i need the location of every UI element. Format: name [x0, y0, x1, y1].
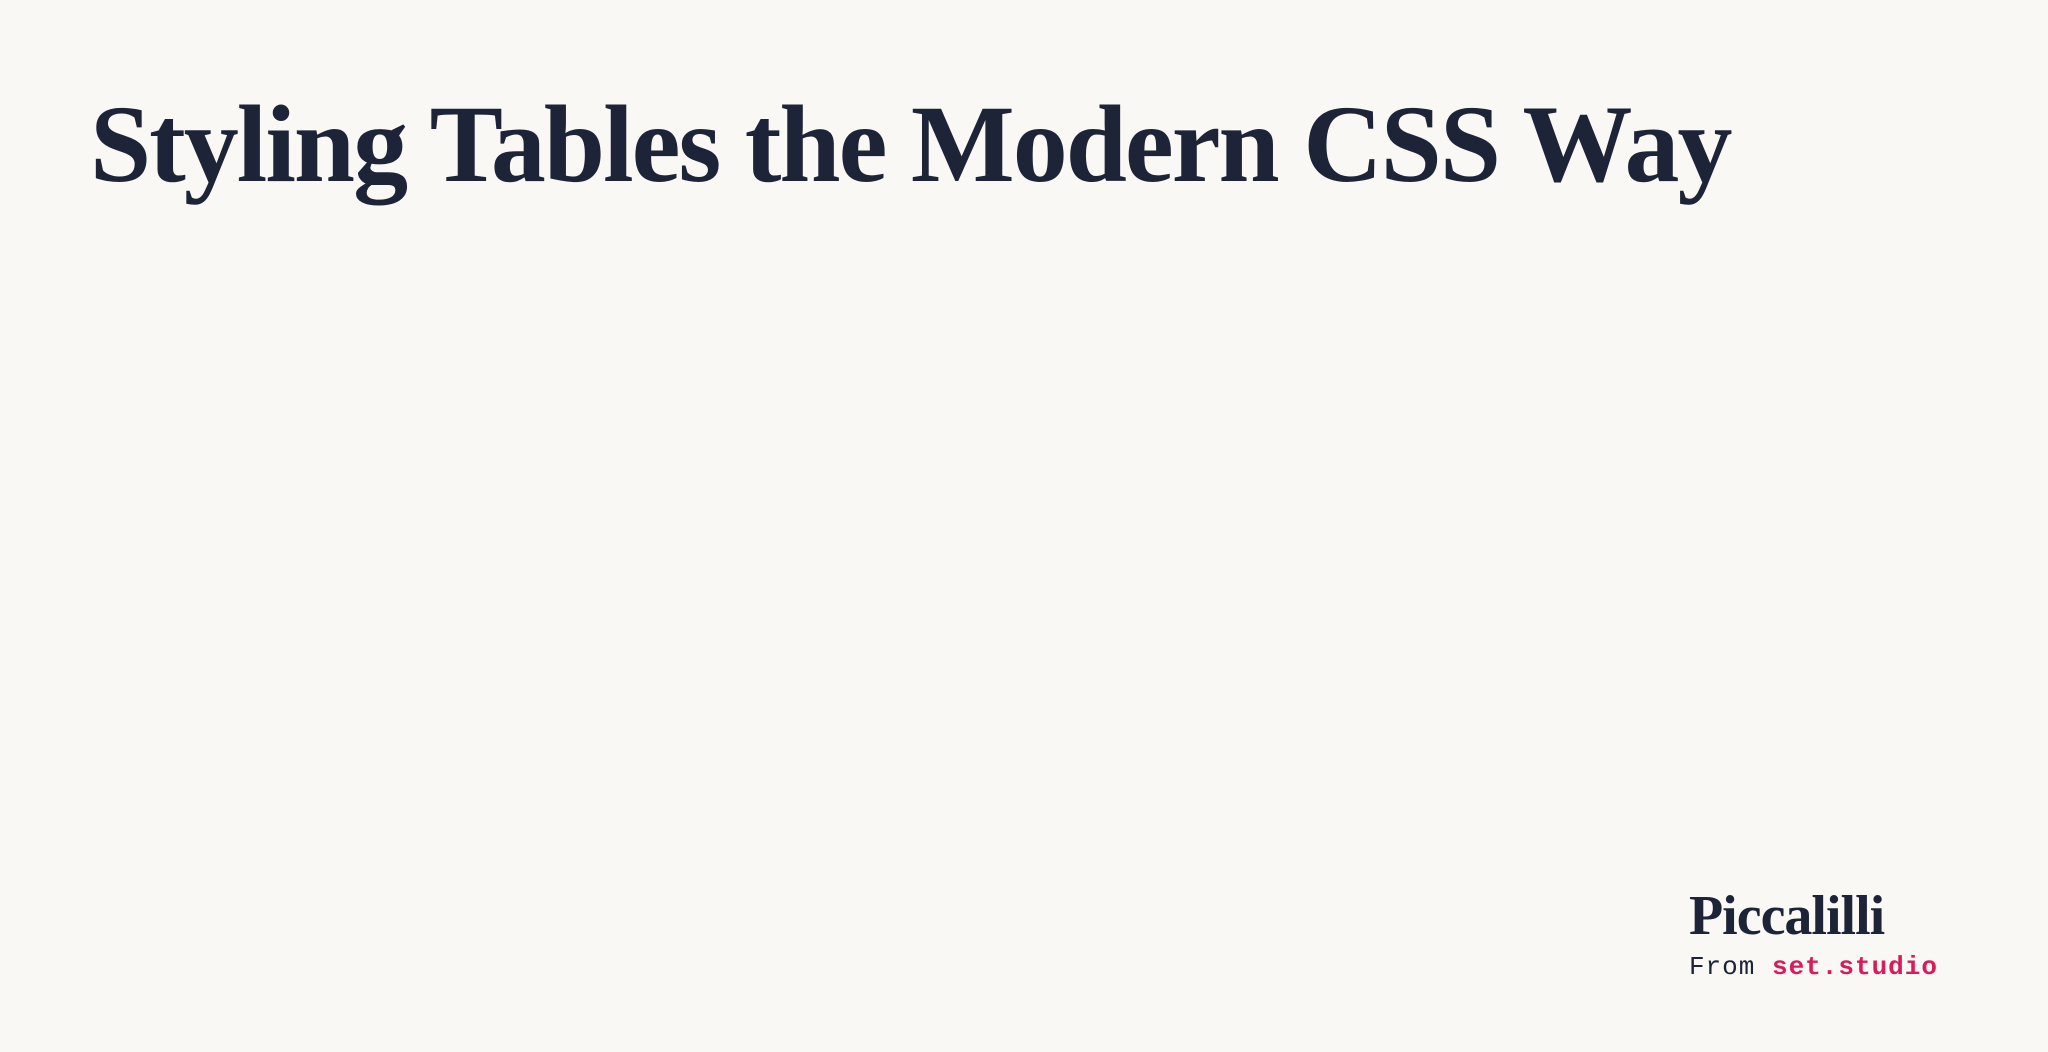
brand-tagline: From set.studio — [1689, 952, 1938, 982]
brand-name: Piccalilli — [1689, 888, 1938, 944]
brand-section: Piccalilli From set.studio — [1689, 888, 1938, 982]
brand-tagline-link[interactable]: set.studio — [1772, 952, 1938, 982]
article-title: Styling Tables the Modern CSS Way — [90, 80, 1730, 210]
brand-tagline-prefix: From — [1689, 952, 1772, 982]
